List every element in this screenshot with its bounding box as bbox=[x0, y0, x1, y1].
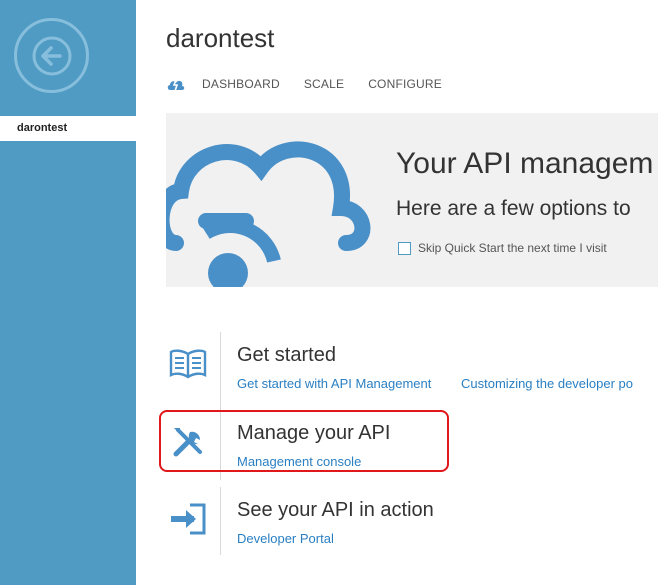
option-links: Developer Portal bbox=[237, 531, 360, 546]
quickstart-cloud-icon[interactable] bbox=[166, 76, 186, 92]
quickstart-banner: Your API managem Here are a few options … bbox=[166, 113, 658, 287]
sign-in-icon bbox=[166, 497, 210, 541]
tab-configure[interactable]: CONFIGURE bbox=[368, 77, 442, 91]
arrow-left-icon bbox=[32, 36, 71, 75]
sidebar-item-label: darontest bbox=[17, 122, 68, 134]
tab-scale[interactable]: SCALE bbox=[304, 77, 344, 91]
skip-quickstart-checkbox[interactable] bbox=[398, 241, 411, 255]
book-icon bbox=[166, 342, 210, 386]
link-developer-portal[interactable]: Developer Portal bbox=[237, 531, 334, 546]
page-title: darontest bbox=[166, 23, 275, 53]
skip-quickstart-row: Skip Quick Start the next time I visit bbox=[398, 241, 607, 255]
banner-heading: Your API managem bbox=[396, 147, 654, 180]
option-divider bbox=[220, 332, 221, 415]
option-get-started: Get started Get started with API Managem… bbox=[166, 332, 658, 415]
option-title: Get started bbox=[237, 344, 336, 366]
back-button[interactable] bbox=[14, 18, 89, 93]
option-divider bbox=[220, 487, 221, 555]
option-see-api: See your API in action Developer Portal bbox=[166, 487, 658, 555]
top-nav: DASHBOARD SCALE CONFIGURE bbox=[166, 76, 466, 92]
sidebar: darontest bbox=[0, 0, 136, 585]
skip-quickstart-label: Skip Quick Start the next time I visit bbox=[418, 241, 607, 255]
sidebar-item-darontest[interactable]: darontest bbox=[0, 116, 136, 141]
link-get-started[interactable]: Get started with API Management bbox=[237, 376, 431, 391]
option-links: Get started with API Management Customiz… bbox=[237, 376, 658, 391]
cloud-icon bbox=[166, 141, 371, 287]
banner-subheading: Here are a few options to bbox=[396, 197, 631, 220]
link-customizing-developer-portal[interactable]: Customizing the developer po bbox=[461, 376, 633, 391]
highlight-box bbox=[159, 410, 449, 472]
tab-dashboard[interactable]: DASHBOARD bbox=[202, 77, 280, 91]
option-title: See your API in action bbox=[237, 499, 434, 521]
